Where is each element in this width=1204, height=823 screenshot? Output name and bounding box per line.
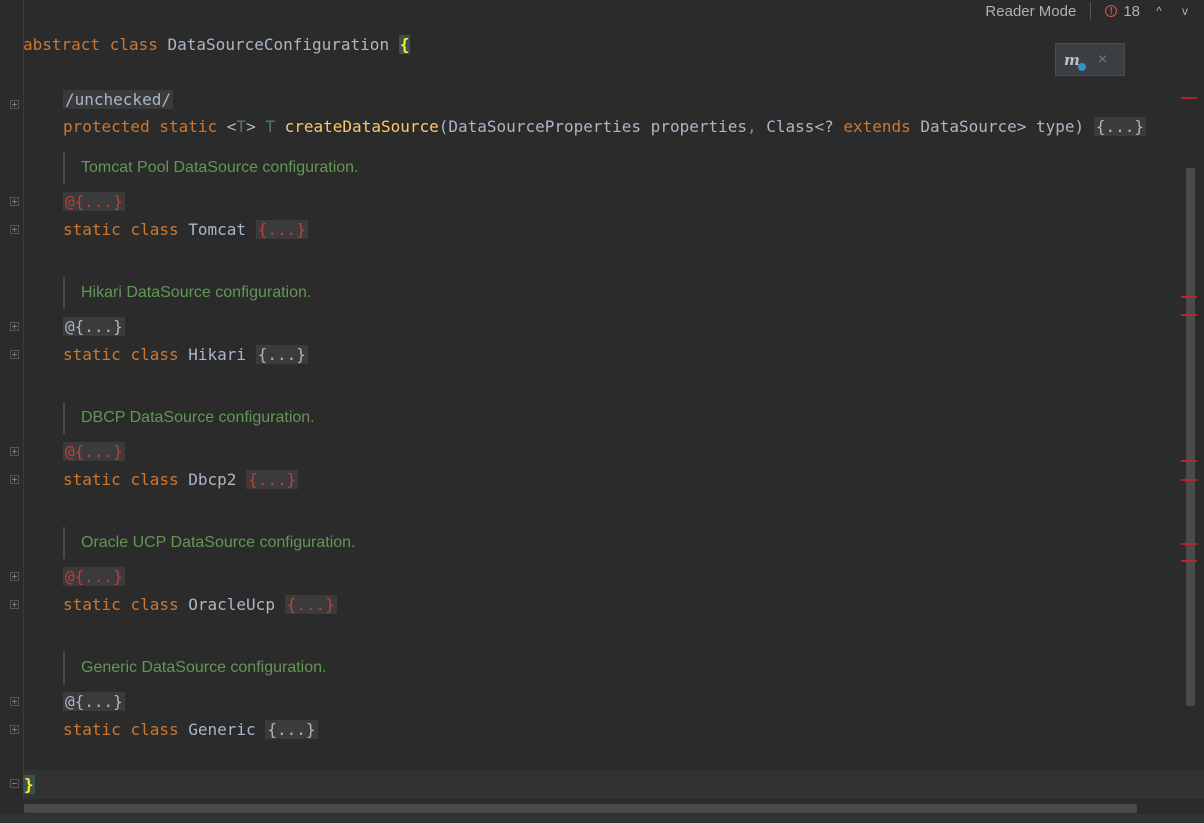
floating-action-popup: m × [1055,43,1125,76]
fold-toggle-method[interactable] [10,100,19,109]
error-stripe-marker[interactable] [1181,460,1197,462]
folded-class-body[interactable]: {...} [265,720,318,739]
editor-gutter [0,0,24,800]
class-line-hikari: static class Hikari {...} [63,345,308,364]
class-line-tomcat: static class Tomcat {...} [63,220,308,239]
error-icon[interactable]: ! [1105,5,1118,17]
error-stripe-marker[interactable] [1181,479,1197,481]
class-declaration-line: abstract class DataSourceConfiguration { [23,12,411,54]
annotation-line-oracleucp: @{...} [63,566,125,588]
chevron-down-icon[interactable]: v [1178,4,1192,18]
folded-class-body[interactable]: {...} [246,470,299,489]
keyword-abstract: abstract [23,35,101,54]
fold-toggle-generic-annotation[interactable] [10,697,19,706]
annotation-line-tomcat: @{...} [63,191,125,213]
fold-toggle-generic-class[interactable] [10,725,19,734]
folded-annotation[interactable]: @{...} [63,442,125,461]
class-name: DataSourceConfiguration [167,35,390,54]
doc-comment-hikari: Hikari DataSource configuration. [63,277,311,309]
fold-toggle-dbcp-class[interactable] [10,475,19,484]
folded-method-body[interactable]: {...} [1093,117,1146,136]
doc-comment-dbcp: DBCP DataSource configuration. [63,402,315,434]
keyword-protected: protected [63,117,150,136]
current-line-highlight [24,770,1204,799]
inner-class-name: Generic [188,720,256,739]
fold-toggle-tomcat-class[interactable] [10,225,19,234]
folded-annotation[interactable]: @{...} [63,692,125,711]
folded-annotation[interactable]: @{...} [63,567,125,586]
unchecked-annotation-line: /unchecked/ [63,67,173,109]
inner-class-name: Tomcat [188,220,247,239]
annotation-line-generic: @{...} [63,691,125,713]
vertical-scrollbar[interactable] [1186,168,1195,706]
folded-class-body[interactable]: {...} [284,595,337,614]
fold-toggle-tomcat-annotation[interactable] [10,197,19,206]
type-parameter: T [236,117,247,136]
editor-inspection-bar: Reader Mode ! 18 ^ v [985,0,1204,22]
folded-class-body[interactable]: {...} [255,345,308,364]
gutter-divider [23,0,24,800]
class-line-oracleucp: static class OracleUcp {...} [63,595,337,614]
reader-mode-button[interactable]: Reader Mode [985,3,1076,20]
fold-toggle-oracleucp-class[interactable] [10,600,19,609]
fold-toggle-dbcp-annotation[interactable] [10,447,19,456]
annotation-line-hikari: @{...} [63,316,125,338]
class-line-dbcp: static class Dbcp2 {...} [63,470,299,489]
error-stripe-marker[interactable] [1181,296,1197,298]
fold-toggle-hikari-class[interactable] [10,350,19,359]
folded-class-body[interactable]: {...} [255,220,308,239]
method-params: (DataSourceProperties properties [438,117,747,136]
horizontal-scrollbar[interactable] [24,804,1137,813]
fold-toggle-hikari-annotation[interactable] [10,322,19,331]
method-name: createDataSource [284,117,439,136]
fold-toggle-oracleucp-annotation[interactable] [10,572,19,581]
keyword-extends: extends [843,117,911,136]
error-count[interactable]: 18 [1123,3,1140,20]
maven-reload-icon[interactable]: m [1064,51,1086,71]
bottom-edge [0,814,1204,823]
keyword-class: class [109,35,158,54]
folded-annotation[interactable]: @{...} [63,317,125,336]
open-brace: { [398,35,411,54]
error-stripe-marker[interactable] [1181,97,1197,99]
chevron-up-icon[interactable]: ^ [1152,4,1166,18]
fold-toggle-class-end[interactable] [10,779,19,788]
class-line-generic: static class Generic {...} [63,720,318,739]
return-type: T [265,117,275,136]
close-icon[interactable]: × [1098,51,1107,69]
doc-comment-tomcat: Tomcat Pool DataSource configuration. [63,152,358,184]
inner-class-name: OracleUcp [188,595,275,614]
doc-comment-generic: Generic DataSource configuration. [63,652,326,684]
error-stripe-marker[interactable] [1181,314,1197,316]
error-stripe-marker[interactable] [1181,560,1197,562]
inner-class-name: Dbcp2 [188,470,237,489]
toolbar-separator [1090,2,1092,20]
folded-annotation[interactable]: @{...} [63,192,125,211]
annotation-line-dbcp: @{...} [63,441,125,463]
method-declaration-line: protected static <T> T createDataSource(… [63,117,1146,136]
closing-brace-line: } [23,774,35,796]
doc-comment-oracleucp: Oracle UCP DataSource configuration. [63,527,356,559]
close-brace: } [23,775,35,794]
error-stripe-marker[interactable] [1181,543,1197,545]
inner-class-name: Hikari [188,345,247,364]
keyword-static: static [159,117,218,136]
